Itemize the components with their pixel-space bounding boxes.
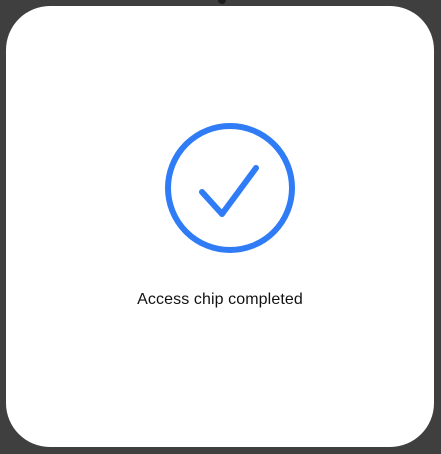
success-dialog: Access chip completed xyxy=(6,6,434,447)
checkmark-circle-icon xyxy=(164,122,296,254)
screen: Access chip completed xyxy=(0,0,441,454)
success-message: Access chip completed xyxy=(137,291,303,308)
status-indicator xyxy=(218,0,226,4)
